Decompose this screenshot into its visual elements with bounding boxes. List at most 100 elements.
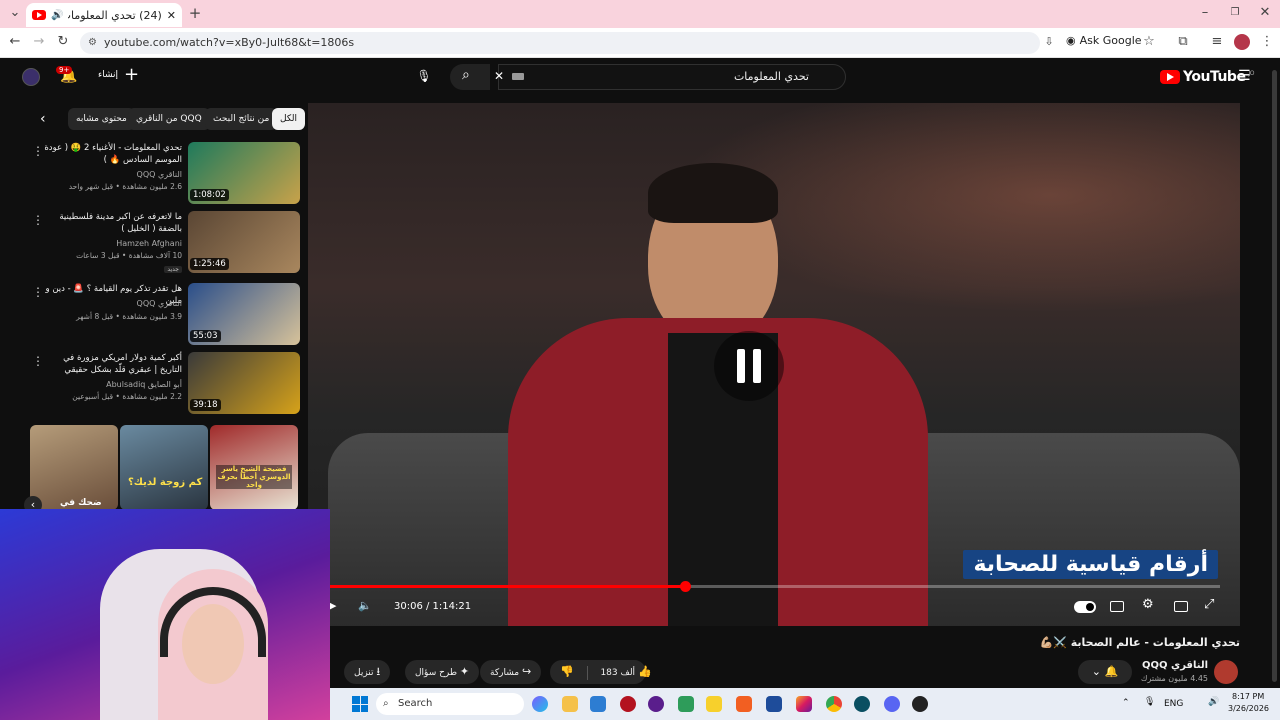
autoplay-toggle[interactable] [1074,601,1096,613]
search-button[interactable]: ⌕ [450,64,490,90]
related-channel[interactable]: أبو الصايق Abulsadiq [42,380,182,389]
chrome-icon[interactable] [826,696,842,712]
channel-name[interactable]: الناقري QQQ [1142,660,1208,671]
hamburger-menu-icon[interactable]: ☰ [1238,68,1251,84]
progress-scrubber[interactable] [679,581,691,592]
miniplayer-icon[interactable] [1174,601,1188,612]
short-thumbnail[interactable]: كم زوجة لديك؟ [120,425,208,510]
chip-from-channel[interactable]: من الناقري QQQ [128,108,210,130]
bookmark-star-icon[interactable]: ☆ [1140,34,1158,52]
share-button[interactable]: مشاركة ↪ [480,660,542,684]
chip-all[interactable]: الكل [272,108,306,130]
voice-search-icon[interactable]: 🎙 [414,66,434,86]
related-video[interactable]: 39:18 أكبر كمية دولار امريكي مزورة في ال… [30,352,300,414]
close-window-icon[interactable]: ✕ [1256,5,1274,23]
app-icon-purple[interactable] [648,696,664,712]
app-icon-yellow[interactable] [706,696,722,712]
related-channel[interactable]: Hamzeh Afghani [42,239,182,248]
related-thumbnail[interactable]: 1:08:02 [188,142,300,204]
progress-bar[interactable] [328,581,1220,592]
related-title[interactable]: ما لاتعرفه عن اكبر مدينة فلسطينية بالضفة… [42,211,182,235]
more-options-icon[interactable]: ⋮ [32,354,44,368]
related-title[interactable]: تحدي المعلومات - الأغنياء 2 🤑 ( عودة الم… [42,142,182,166]
start-icon[interactable] [352,696,368,712]
clock-time[interactable]: 8:17 PM [1232,692,1264,701]
copilot-icon[interactable] [532,696,548,712]
store-icon[interactable] [590,696,606,712]
related-thumbnail[interactable]: 55:03 [188,283,300,345]
search-value: تحدي المعلومات [733,70,809,83]
short-thumbnail[interactable]: فضيحة الشيخ ياسر الدوسري أخطأ بحرف واحد [210,425,298,510]
related-channel[interactable]: الناقري QQQ [42,299,182,308]
chip-from-search[interactable]: من نتائج البحث [205,108,278,130]
ask-google-button[interactable]: ◉ Ask Google [1066,34,1142,47]
dislike-icon[interactable]: 👎 [560,665,574,678]
taskbar-search[interactable]: ⌕ Search [376,693,524,715]
app-icon-green[interactable] [678,696,694,712]
discord-icon[interactable] [884,696,900,712]
tray-chevron-icon[interactable]: ⌃ [1122,698,1130,708]
install-icon[interactable]: ⇩ [1040,34,1058,52]
related-video[interactable]: 1:25:46 ما لاتعرفه عن اكبر مدينة فلسطيني… [30,211,300,273]
related-video[interactable]: 55:03 هل تقدر تذكر يوم القيامة ؟ 🚨 - دين… [30,283,300,345]
speaker-tray-icon[interactable]: 🔊 [1208,697,1219,707]
clear-search-icon[interactable]: ✕ [494,69,504,83]
brave-icon[interactable] [736,696,752,712]
fullscreen-icon[interactable]: ⤢ [1204,597,1214,612]
file-explorer-icon[interactable] [562,696,578,712]
site-info-icon[interactable]: ⚙ [88,32,97,54]
minimize-icon[interactable]: – [1196,5,1214,23]
keyboard-icon[interactable] [512,73,524,80]
reload-icon[interactable]: ↻ [54,34,72,52]
subtitles-icon[interactable] [1110,601,1124,612]
media-icon[interactable]: ≡ [1208,34,1226,52]
language-indicator[interactable]: ENG [1164,699,1183,709]
short-thumbnail[interactable]: ضحك في [30,425,118,510]
sparkle-icon: ✦ [459,665,470,678]
audio-icon[interactable]: 🔊 [51,10,63,21]
download-button[interactable]: تنزيل ⭳ [344,660,391,684]
related-title[interactable]: أكبر كمية دولار امريكي مزورة في التاريخ … [42,352,182,376]
user-avatar[interactable] [22,68,40,86]
volume-icon[interactable]: 🔈 [358,599,372,612]
tab-search-icon[interactable]: ⌄ [6,5,24,23]
url-field[interactable]: ⚙ youtube.com/watch?v=xBy0-Jult68&t=1806… [80,32,1040,54]
tab-close-icon[interactable]: ✕ [167,9,176,22]
profile-avatar[interactable] [1234,34,1250,50]
related-meta: 2.6 مليون مشاهدة • قبل شهر واحد [68,182,182,191]
mic-tray-icon[interactable]: 🎙 [1144,697,1155,707]
pause-icon[interactable] [714,331,784,401]
like-button[interactable]: 👎 183 ألف 👍 [550,660,652,684]
back-icon[interactable]: ← [6,34,24,52]
channel-avatar[interactable] [1214,660,1238,684]
browser-menu-icon[interactable]: ⋮ [1258,34,1276,52]
app-icon-blue[interactable] [766,696,782,712]
app-icon-red[interactable] [620,696,636,712]
extensions-icon[interactable]: ⧉ [1174,34,1192,52]
video-player[interactable]: أرقام قياسية للصحابة ▶ 🔈 30:06 / 1:14:21… [308,103,1240,626]
app-icon-teal[interactable] [854,696,870,712]
related-channel[interactable]: الناقري QQQ [42,170,182,179]
maximize-icon[interactable]: ❐ [1226,5,1244,23]
create-button[interactable]: إنشاء + [98,66,139,84]
page-scrollbar[interactable] [1272,70,1277,682]
ask-button[interactable]: طرح سؤال ✦ [405,660,480,684]
more-options-icon[interactable]: ⋮ [32,213,44,227]
related-thumbnail[interactable]: 1:25:46 [188,211,300,273]
more-options-icon[interactable]: ⋮ [32,285,44,299]
forward-icon[interactable]: → [30,34,48,52]
browser-tab[interactable]: 🔊 (24) تحدي المعلومات - عالم ✕ [26,3,182,27]
chip-similar[interactable]: محتوى مشابه [68,108,135,130]
duration-badge: 39:18 [190,399,221,411]
search-input[interactable]: تحدي المعلومات [498,64,846,90]
related-video[interactable]: 1:08:02 تحدي المعلومات - الأغنياء 2 🤑 ( … [30,142,300,204]
related-thumbnail[interactable]: 39:18 [188,352,300,414]
instagram-icon[interactable] [796,696,812,712]
chips-back-icon[interactable]: ‹ [40,111,46,127]
obs-icon[interactable] [912,696,928,712]
more-options-icon[interactable]: ⋮ [32,144,44,158]
settings-icon[interactable]: ⚙ [1142,597,1154,612]
clock-date[interactable]: 3/26/2026 [1228,704,1269,713]
new-tab-icon[interactable]: + [186,5,204,23]
notification-bell-button[interactable]: ⌄ 🔔 [1078,660,1132,684]
